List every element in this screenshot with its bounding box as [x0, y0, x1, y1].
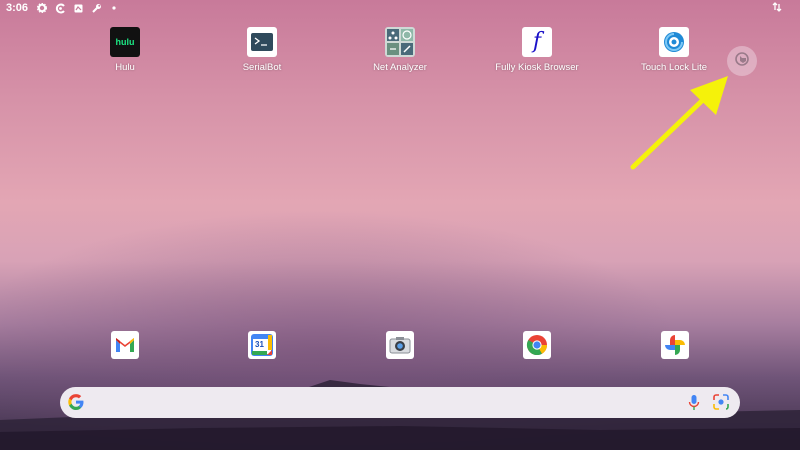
- touch-lock-lite-icon: [659, 27, 689, 57]
- touch-lock-floating-button[interactable]: [727, 46, 757, 76]
- notification-box-icon: [72, 2, 84, 14]
- fully-kiosk-browser-icon: f: [522, 27, 552, 57]
- app-label: Fully Kiosk Browser: [495, 62, 579, 73]
- gmail-icon[interactable]: [111, 331, 139, 359]
- calendar-date: 31: [255, 340, 264, 349]
- app-label: Touch Lock Lite: [640, 62, 707, 73]
- camera-icon[interactable]: [386, 331, 414, 359]
- dot-icon: [108, 2, 120, 14]
- data-transfer-icon: [772, 2, 782, 15]
- fully-kiosk-icon: [54, 2, 66, 14]
- app-label: Hulu: [115, 62, 135, 73]
- google-search-bar[interactable]: [60, 387, 740, 418]
- gear-icon: [36, 2, 48, 14]
- status-right: [772, 2, 782, 15]
- chrome-icon[interactable]: [523, 331, 551, 359]
- app-net-analyzer[interactable]: Net Analyzer: [345, 27, 455, 73]
- touch-lock-hand-icon: [734, 51, 750, 72]
- app-hulu[interactable]: hulu Hulu: [70, 27, 180, 73]
- google-g-icon: [67, 393, 85, 416]
- app-serialbot[interactable]: SerialBot: [207, 27, 317, 73]
- app-touch-lock-lite[interactable]: Touch Lock Lite: [619, 27, 729, 73]
- app-fully-kiosk-browser[interactable]: f Fully Kiosk Browser: [482, 27, 592, 73]
- app-label: SerialBot: [242, 62, 282, 73]
- status-time: 3:06: [6, 2, 29, 14]
- google-calendar-icon[interactable]: 31: [248, 331, 276, 359]
- status-bar: 3:06: [0, 0, 800, 16]
- google-lens-icon[interactable]: [713, 394, 729, 415]
- app-label: Net Analyzer: [373, 62, 427, 73]
- wrench-icon: [90, 2, 102, 14]
- hulu-icon: hulu: [110, 27, 140, 57]
- mic-icon[interactable]: [688, 394, 700, 416]
- google-photos-icon[interactable]: [661, 331, 689, 359]
- net-analyzer-icon: [385, 27, 415, 57]
- serialbot-icon: [247, 27, 277, 57]
